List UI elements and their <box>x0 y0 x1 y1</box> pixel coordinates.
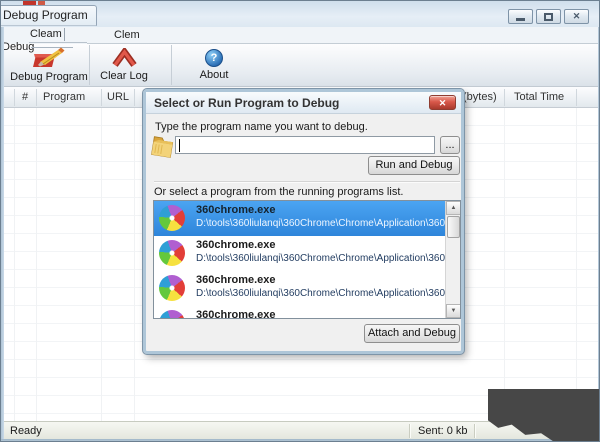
dialog-close-button[interactable]: ✕ <box>429 95 456 110</box>
about-label: About <box>199 69 229 81</box>
attach-and-debug-button[interactable]: Attach and Debug <box>364 324 460 343</box>
column-header-program[interactable]: Program <box>43 91 85 103</box>
ribbon-bottom-line <box>87 43 599 44</box>
column-header-bytes[interactable]: (bytes) <box>463 91 497 103</box>
grid-column-line <box>36 108 37 421</box>
column-separator <box>576 89 577 106</box>
minimize-icon <box>516 18 525 21</box>
window-border-left <box>1 27 4 439</box>
status-separator <box>409 424 410 438</box>
close-icon: ✕ <box>572 11 581 21</box>
status-separator <box>474 424 475 438</box>
column-separator <box>504 89 505 106</box>
status-sent-text: Sent: 0 kb <box>418 425 468 437</box>
program-name: 360chrome.exe <box>196 239 276 251</box>
type-program-label: Type the program name you want to debug. <box>155 121 368 133</box>
column-header-url[interactable]: URL <box>107 91 129 103</box>
run-and-debug-button[interactable]: Run and Debug <box>368 156 460 175</box>
column-header-number[interactable]: # <box>22 91 28 103</box>
grid-column-line <box>101 108 102 421</box>
360chrome-icon <box>159 310 185 318</box>
about-question-icon: ? <box>205 49 223 67</box>
debug-program-icon <box>29 46 69 69</box>
list-scrollbar[interactable]: ▲ ▼ <box>445 201 460 318</box>
folder-icon <box>149 132 176 161</box>
running-programs-label: Or select a program from the running pro… <box>154 186 404 198</box>
list-item-program[interactable]: 360chrome.exe D:\tools\360liulanqi\360Ch… <box>154 306 447 319</box>
maximize-icon <box>544 12 553 21</box>
column-separator <box>101 89 102 106</box>
360chrome-icon <box>159 275 185 301</box>
browse-button[interactable]: ... <box>440 136 460 154</box>
toolbar-separator <box>171 45 172 85</box>
grid-column-line <box>504 108 505 421</box>
ribbon-band <box>1 27 599 44</box>
window-controls: ✕ <box>508 9 589 24</box>
360chrome-icon <box>159 240 185 266</box>
program-name: 360chrome.exe <box>196 274 276 286</box>
running-programs-list[interactable]: 360chrome.exe D:\tools\360liulanqi\360Ch… <box>153 200 461 319</box>
360chrome-icon <box>159 205 185 231</box>
column-header-total-time[interactable]: Total Time <box>514 91 564 103</box>
dialog-separator <box>154 181 460 183</box>
select-program-dialog: Select or Run Program to Debug ✕ Type th… <box>142 88 465 355</box>
clear-log-button[interactable]: Clear Log <box>93 48 155 82</box>
program-path: D:\tools\360liulanqi\360Chrome\Chrome\Ap… <box>196 288 461 299</box>
minimize-button[interactable] <box>508 9 533 24</box>
glitch-tick <box>64 28 65 41</box>
about-button[interactable]: ? About <box>187 49 241 81</box>
clear-log-label: Clear Log <box>100 70 148 82</box>
glitch-line <box>29 42 87 43</box>
grid-column-line <box>576 108 577 421</box>
debug-program-button[interactable]: Debug Program <box>7 46 91 83</box>
scrollbar-thumb[interactable] <box>447 216 460 238</box>
grid-column-line <box>134 108 135 421</box>
status-ready-text: Ready <box>10 425 42 437</box>
list-item-program[interactable]: 360chrome.exe D:\tools\360liulanqi\360Ch… <box>154 236 460 271</box>
list-item-program[interactable]: 360chrome.exe D:\tools\360liulanqi\360Ch… <box>154 201 460 236</box>
app-window: Debug Program ✕ Cleam Clem Debug Debug P… <box>0 0 600 442</box>
ribbon-fragment-cleam: Cleam <box>30 28 62 40</box>
text-caret <box>179 139 180 152</box>
clear-log-icon <box>111 48 138 68</box>
column-separator <box>14 89 15 106</box>
program-name: 360chrome.exe <box>196 309 276 319</box>
program-name: 360chrome.exe <box>196 204 276 216</box>
grid-column-line <box>14 108 15 421</box>
column-separator <box>36 89 37 106</box>
program-name-input[interactable] <box>175 136 435 154</box>
ribbon-fragment-clem: Clem <box>114 29 140 41</box>
close-button[interactable]: ✕ <box>564 9 589 24</box>
column-separator <box>134 89 135 106</box>
dialog-title: Select or Run Program to Debug <box>146 92 461 114</box>
program-path: D:\tools\360liulanqi\360Chrome\Chrome\Ap… <box>196 253 461 264</box>
list-item-program[interactable]: 360chrome.exe D:\tools\360liulanqi\360Ch… <box>154 271 460 306</box>
scroll-up-button[interactable]: ▲ <box>446 201 460 215</box>
program-path: D:\tools\360liulanqi\360Chrome\Chrome\Ap… <box>196 218 461 229</box>
scroll-down-button[interactable]: ▼ <box>446 304 460 318</box>
tab-debug-program[interactable]: Debug Program <box>1 5 97 26</box>
maximize-button[interactable] <box>536 9 561 24</box>
debug-program-label: Debug Program <box>10 71 88 83</box>
